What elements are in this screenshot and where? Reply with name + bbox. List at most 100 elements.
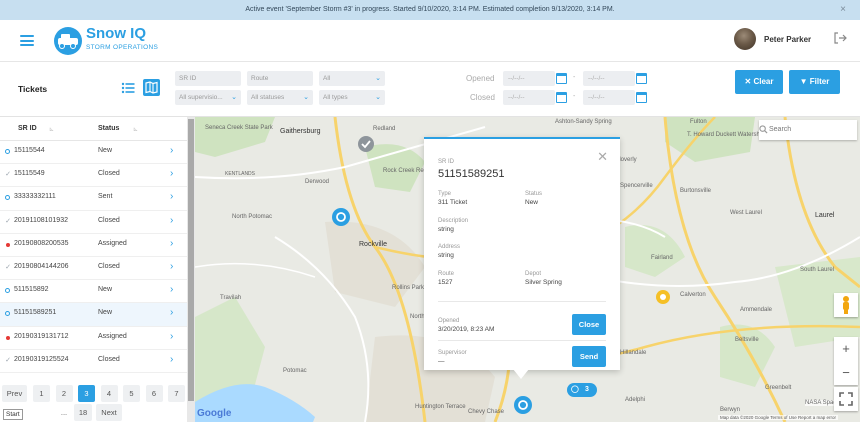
popup-route-value: 1527 — [438, 279, 453, 286]
row-sr-id: 15115544 — [14, 147, 45, 154]
table-row[interactable]: 51151589251 New › — [0, 303, 187, 327]
table-row[interactable]: ✓ 20190804144206 Closed › — [0, 257, 187, 281]
row-status: Closed — [98, 216, 120, 224]
event-marker-icon[interactable] — [655, 289, 671, 305]
calendar-icon[interactable] — [636, 73, 647, 84]
opened-from-date[interactable]: --/--/-- — [503, 71, 555, 86]
chevron-right-icon[interactable]: › — [170, 238, 173, 249]
selected-marker-icon[interactable] — [513, 395, 533, 415]
chevron-right-icon[interactable]: › — [170, 261, 173, 272]
chevron-right-icon[interactable]: › — [170, 307, 173, 318]
sort-icon[interactable]: ⊾ — [133, 126, 138, 133]
table-row[interactable]: ✓ 15115549 Closed › — [0, 164, 187, 188]
popup-opened-label: Opened — [438, 318, 460, 324]
supervisor-select[interactable]: All supervisio... ⌄ — [175, 90, 241, 105]
next-page-button[interactable]: Next — [96, 404, 122, 421]
table-row[interactable]: ✓ 20191108101932 Closed › — [0, 211, 187, 234]
filter-button[interactable]: ▼ Filter — [789, 70, 840, 94]
closed-from-date[interactable]: --/--/-- — [503, 90, 555, 105]
type-select-value: All types — [323, 94, 348, 101]
user-name[interactable]: Peter Parker — [764, 35, 811, 44]
map-label: Burtonsville — [680, 188, 712, 194]
table-row[interactable]: 20190808200535 Assigned › — [0, 234, 187, 257]
page-button[interactable]: 5 — [123, 385, 140, 402]
sr-id-input[interactable]: SR ID — [175, 71, 241, 86]
table-row[interactable]: ✓ 20190319125524 Closed › — [0, 350, 187, 373]
status-select[interactable]: All statuses ⌄ — [247, 90, 313, 105]
page-button[interactable]: 3 — [78, 385, 95, 402]
chevron-right-icon[interactable]: › — [170, 168, 173, 179]
all-select-value: All — [323, 75, 331, 82]
closed-marker-icon[interactable] — [357, 135, 375, 153]
scrollbar-thumb[interactable] — [188, 119, 194, 401]
chevron-right-icon[interactable]: › — [170, 331, 173, 342]
prev-page-button[interactable]: Prev — [2, 385, 27, 402]
hamburger-menu-icon[interactable] — [20, 35, 34, 46]
popup-depot-value: Silver Spring — [525, 279, 562, 286]
opened-to-date[interactable]: --/--/-- — [583, 71, 635, 86]
chevron-right-icon[interactable]: › — [170, 215, 173, 226]
fullscreen-icon[interactable] — [834, 387, 858, 411]
table-row[interactable]: 15115544 New › — [0, 141, 187, 165]
street-view-pegman-icon[interactable] — [834, 293, 858, 317]
popup-supervisor-value: — — [438, 358, 445, 365]
zoom-in-button[interactable]: + — [834, 337, 858, 361]
popup-depot-label: Depot — [525, 271, 542, 277]
list-scrollbar[interactable] — [187, 117, 195, 422]
event-banner: Active event 'September Storm #3' in pro… — [0, 0, 860, 20]
banner-close-icon[interactable]: × — [840, 0, 846, 20]
search-icon[interactable] — [759, 125, 768, 134]
calendar-icon[interactable] — [556, 73, 567, 84]
row-status: New — [98, 147, 113, 154]
page-button-last[interactable]: 18 — [74, 404, 92, 421]
chevron-right-icon[interactable]: › — [170, 145, 173, 156]
zoom-out-button[interactable]: − — [834, 361, 858, 385]
table-row[interactable]: 33333332111 Sent › — [0, 187, 187, 211]
page-button[interactable]: 7 — [168, 385, 185, 402]
map-label: Laurel — [815, 212, 835, 219]
list-view-icon[interactable] — [121, 81, 135, 95]
chevron-right-icon[interactable]: › — [170, 354, 173, 365]
logout-icon[interactable] — [832, 30, 848, 46]
map-label: Hillandale — [620, 350, 647, 356]
table-row[interactable]: 20190319131712 Assigned › — [0, 327, 187, 350]
column-header-status[interactable]: Status — [98, 125, 119, 132]
calendar-icon[interactable] — [636, 92, 647, 103]
popup-pointer — [513, 369, 529, 379]
map-label: Spencerville — [620, 183, 653, 189]
map-view-button[interactable] — [143, 79, 160, 96]
calendar-icon[interactable] — [556, 92, 567, 103]
page-button[interactable]: 1 — [33, 385, 50, 402]
type-select[interactable]: All types ⌄ — [319, 90, 385, 105]
chevron-right-icon[interactable]: › — [170, 284, 173, 295]
route-input[interactable]: Route — [247, 71, 313, 86]
close-icon[interactable]: ✕ — [597, 149, 608, 165]
all-select[interactable]: All ⌄ — [319, 71, 385, 86]
map-label: Travilah — [220, 295, 242, 301]
map-attribution[interactable]: Map data ©2020 Google Terms of Use Repor… — [718, 415, 839, 420]
table-row[interactable]: 511515892 New › — [0, 280, 187, 304]
check-icon: ✓ — [5, 356, 11, 364]
close-ticket-button[interactable]: Close — [572, 314, 606, 335]
event-banner-text: Active event 'September Storm #3' in pro… — [245, 6, 615, 13]
clear-button[interactable]: ✕ Clear — [735, 70, 783, 94]
avatar[interactable] — [734, 28, 756, 50]
closed-to-date[interactable]: --/--/-- — [583, 90, 635, 105]
page-button[interactable]: 6 — [145, 385, 163, 402]
popup-sr-id-value: 51151589251 — [438, 168, 505, 180]
chevron-right-icon[interactable]: › — [170, 191, 173, 202]
sort-icon[interactable]: ⊾ — [49, 126, 54, 133]
google-logo: Google — [197, 408, 232, 419]
check-icon: ✓ — [5, 263, 11, 271]
map-search-input[interactable]: Search — [759, 120, 857, 140]
send-button[interactable]: Send — [572, 346, 606, 367]
page-button[interactable]: 2 — [55, 385, 73, 402]
column-header-sr-id[interactable]: SR ID — [18, 125, 37, 132]
map-label: Ammendale — [740, 307, 773, 313]
page-button[interactable]: 4 — [100, 385, 118, 402]
check-icon: ✓ — [5, 171, 11, 179]
chevron-down-icon: ⌄ — [375, 94, 381, 101]
row-sr-id: 20190804144206 — [14, 262, 69, 270]
ticket-marker-icon[interactable] — [331, 207, 351, 227]
marker-cluster[interactable]: ◯ 3 — [567, 383, 597, 397]
